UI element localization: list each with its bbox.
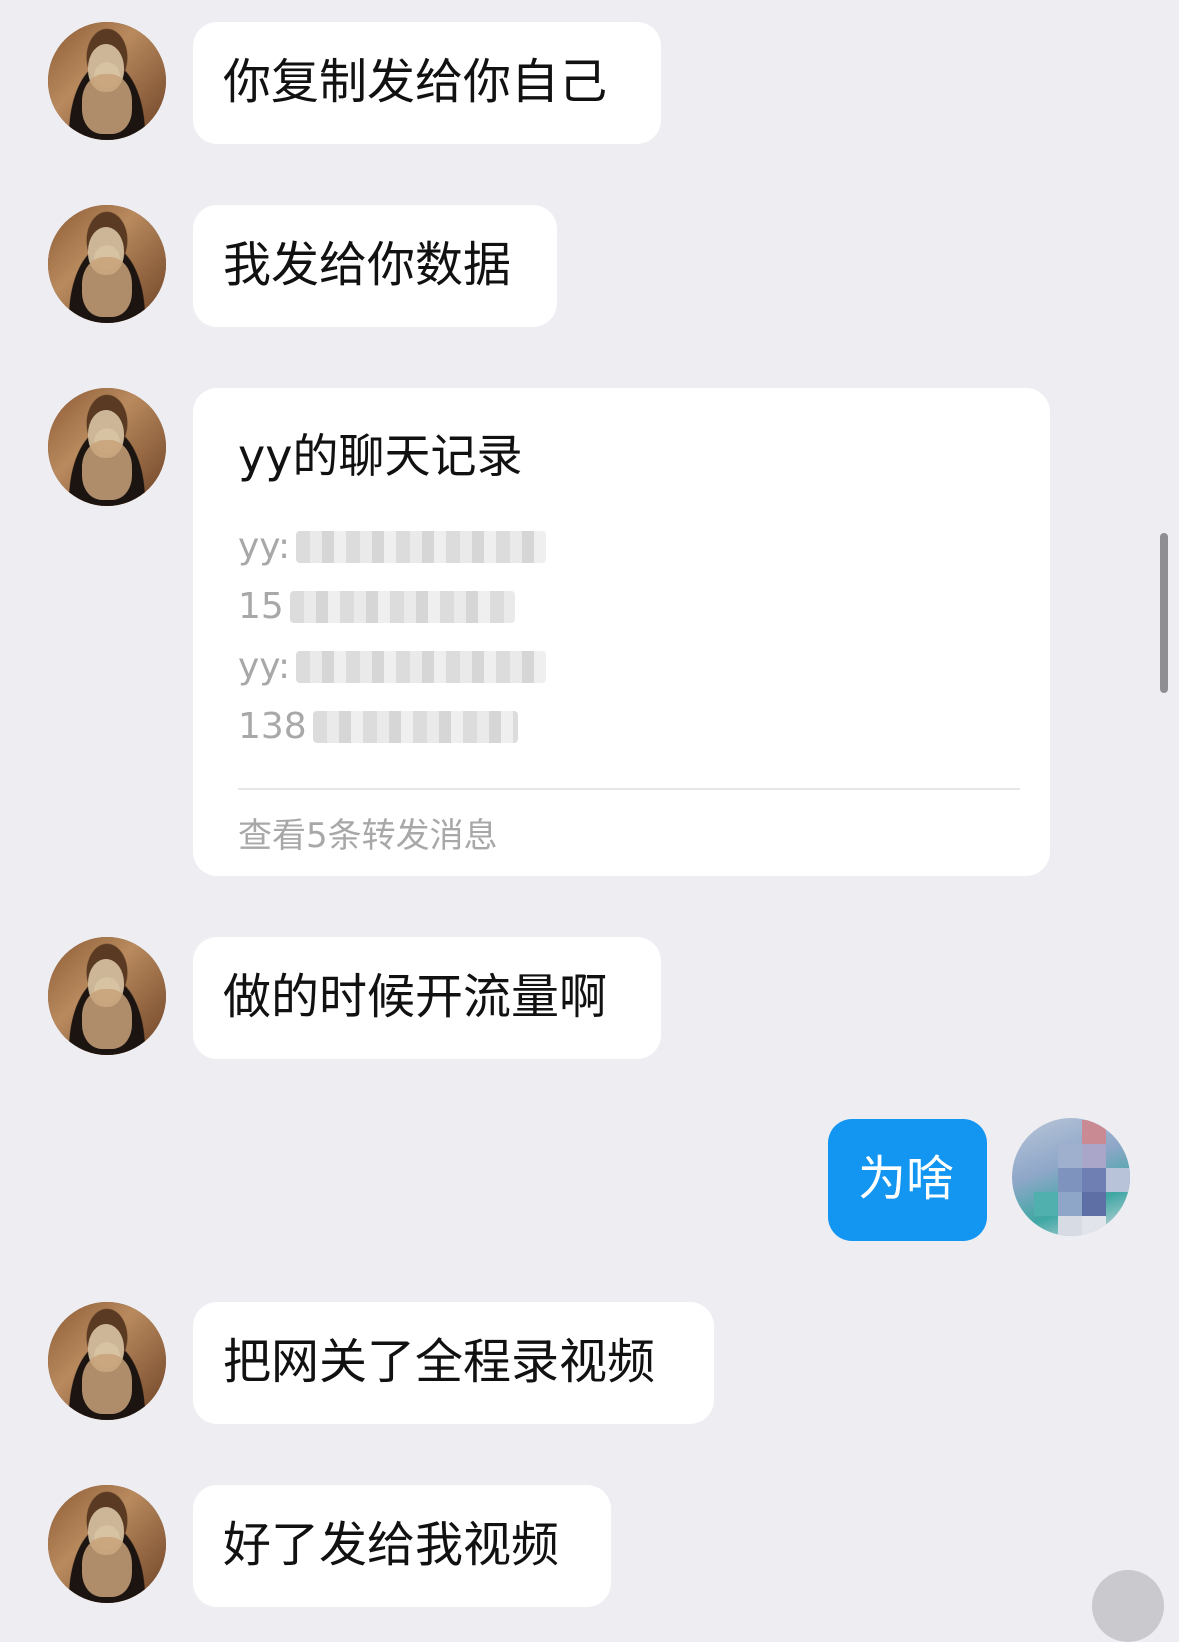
scroll-indicator[interactable] [1160, 533, 1168, 693]
message-bubble[interactable]: 把网关了全程录视频 [193, 1302, 714, 1424]
contact-avatar[interactable] [48, 22, 166, 140]
redacted-blur [296, 530, 547, 563]
view-forwarded-messages-link[interactable]: 查看5条转发消息 [238, 808, 498, 857]
contact-avatar[interactable] [48, 937, 166, 1055]
contact-avatar[interactable] [48, 1302, 166, 1420]
contact-avatar[interactable] [48, 1485, 166, 1603]
message-bubble[interactable]: 做的时候开流量啊 [193, 937, 661, 1059]
message-text: 好了发给我视频 [223, 1517, 560, 1573]
card-preview-line: yy: [238, 646, 547, 687]
card-preview-line: yy: [238, 526, 547, 567]
message-text: 我发给你数据 [223, 237, 512, 293]
my-message-bubble[interactable]: 为啥 [828, 1119, 987, 1241]
message-bubble[interactable]: 我发给你数据 [193, 205, 557, 327]
redacted-blur [296, 650, 547, 683]
contact-avatar[interactable] [48, 205, 166, 323]
message-bubble[interactable]: 你复制发给你自己 [193, 22, 661, 144]
redacted-blur [312, 710, 518, 743]
chat-message-list[interactable]: 你复制发给你自己 我发给你数据 yy的聊天记录 yy: 15 yy: 138 查… [0, 0, 1179, 1642]
card-preview-line: 15 [238, 586, 515, 627]
redacted-blur [289, 590, 515, 623]
message-text: 把网关了全程录视频 [223, 1334, 656, 1390]
self-avatar[interactable] [1012, 1118, 1130, 1236]
card-divider [238, 788, 1020, 790]
message-text: 你复制发给你自己 [223, 54, 608, 110]
forwarded-chat-record-card[interactable]: yy的聊天记录 yy: 15 yy: 138 查看5条转发消息 [193, 388, 1050, 876]
card-title: yy的聊天记录 [238, 429, 523, 483]
message-bubble[interactable]: 好了发给我视频 [193, 1485, 611, 1607]
floating-button[interactable] [1092, 1570, 1164, 1642]
contact-avatar[interactable] [48, 388, 166, 506]
card-preview-line: 138 [238, 706, 518, 747]
message-text: 做的时候开流量啊 [223, 969, 608, 1025]
message-text: 为啥 [858, 1151, 955, 1207]
